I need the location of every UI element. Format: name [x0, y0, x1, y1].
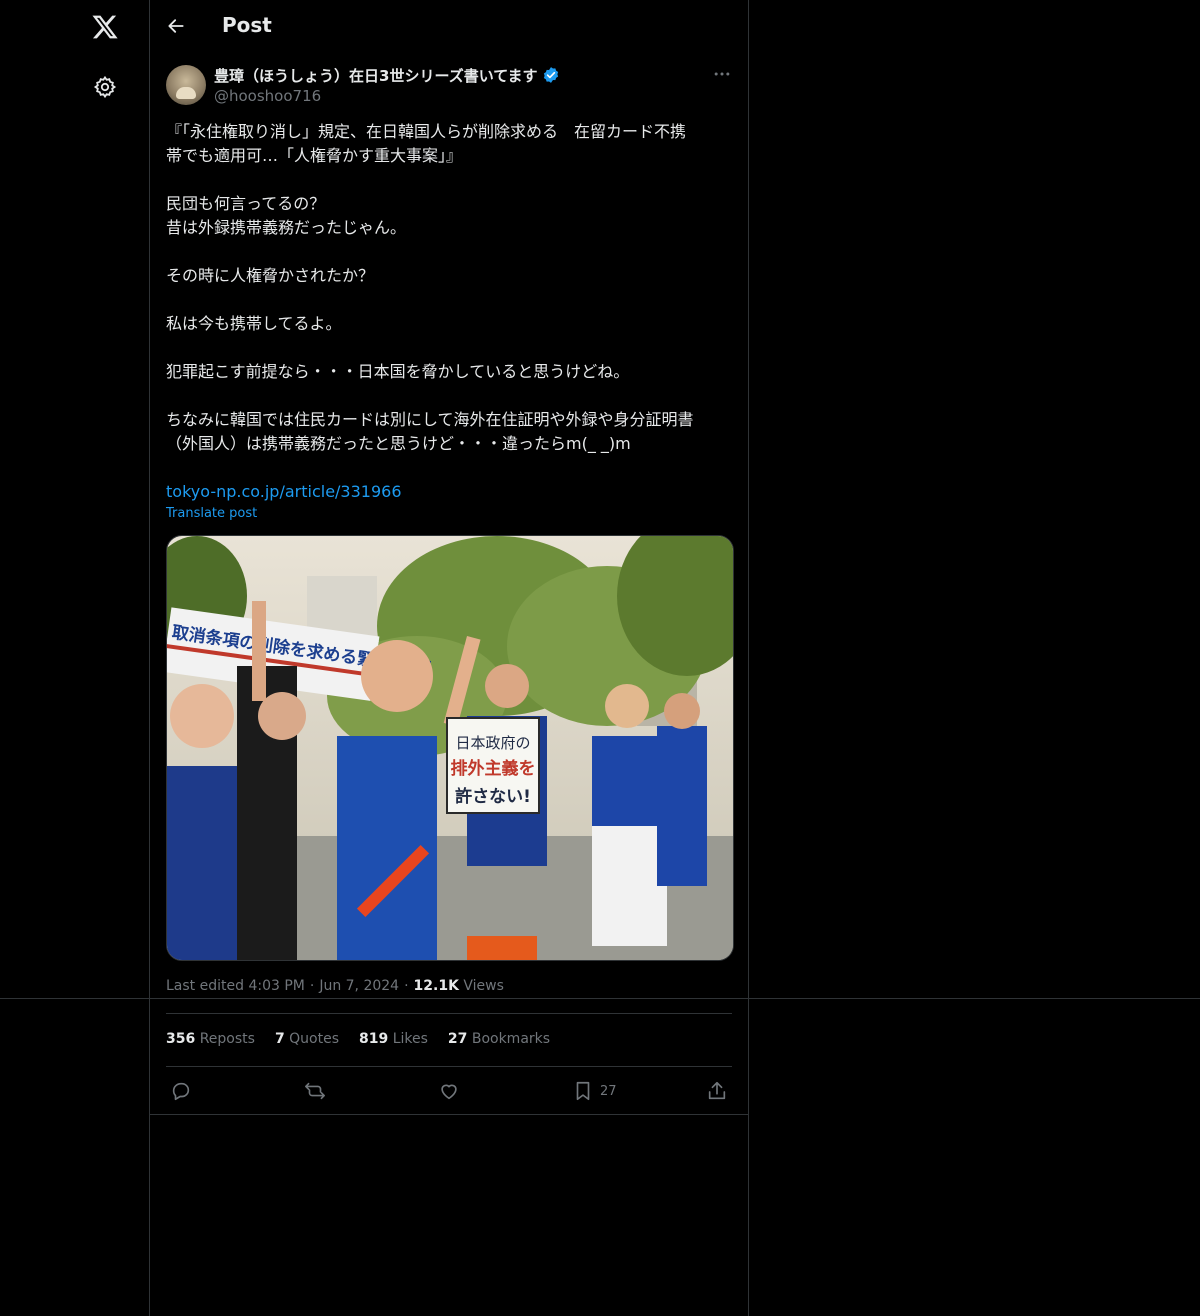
likes-label: Likes — [392, 1031, 428, 1047]
x-logo-icon[interactable] — [91, 13, 119, 41]
sign-text-1: 日本政府の — [455, 734, 530, 752]
quotes-label: Quotes — [289, 1031, 339, 1047]
left-nav-rail — [0, 0, 150, 1316]
bookmark-button[interactable]: 27 — [572, 1080, 617, 1102]
reply-icon — [172, 1082, 190, 1101]
bookmarks-stat[interactable]: 27 Bookmarks — [448, 1031, 550, 1047]
reposts-label: Reposts — [199, 1031, 255, 1047]
avatar[interactable] — [166, 65, 206, 105]
reposts-stat[interactable]: 356 Reposts — [166, 1031, 255, 1047]
likes-stat[interactable]: 819 Likes — [359, 1031, 428, 1047]
author-handle[interactable]: @hooshoo716 — [214, 87, 321, 105]
quotes-stat[interactable]: 7 Quotes — [275, 1031, 339, 1047]
engagement-stats: 356 Reposts 7 Quotes 819 Likes 27 Bookma… — [166, 1031, 550, 1047]
bookmarks-label: Bookmarks — [471, 1031, 551, 1047]
post-column: Post 豊璋（ほうしょう）在日3世シリーズ書いてます @hooshoo716 … — [150, 0, 749, 1316]
reply-button[interactable] — [170, 1080, 192, 1102]
translate-post-link[interactable]: Translate post — [166, 506, 257, 521]
divider — [150, 1114, 748, 1115]
protest-photo: 取消条項の削除を求める緊急集会！ 日本政府の 排外主義を 許さない! — [167, 536, 733, 960]
share-button[interactable] — [706, 1080, 728, 1102]
post-date[interactable]: Jun 7, 2024 — [319, 978, 399, 994]
action-bar: 27 — [166, 1078, 732, 1106]
divider — [166, 1013, 732, 1014]
repost-icon — [305, 1082, 325, 1100]
post-meta: Last edited 4:03 PM · Jun 7, 2024 · 12.1K Vi… — [166, 978, 504, 994]
bookmark-count: 27 — [600, 1083, 617, 1099]
heart-icon — [441, 1084, 457, 1100]
more-options-icon[interactable] — [712, 64, 732, 84]
like-button[interactable] — [438, 1080, 460, 1102]
reposts-count: 356 — [166, 1031, 196, 1047]
sign-text-2: 排外主義を — [451, 758, 536, 779]
settings-gear-icon[interactable] — [93, 75, 117, 99]
author-name-row: 豊璋（ほうしょう）在日3世シリーズ書いてます — [214, 65, 560, 85]
post-image[interactable]: 取消条項の削除を求める緊急集会！ 日本政府の 排外主義を 許さない! — [166, 535, 734, 961]
views-label: Views — [463, 978, 504, 994]
views-count: 12.1K — [413, 978, 459, 994]
edited-time[interactable]: Last edited 4:03 PM — [166, 978, 305, 994]
post-body-text: 『「永住権取り消し」規定、在日韓国人らが削除求める 在留カード不携 帯でも適用可… — [166, 122, 694, 453]
share-icon — [708, 1081, 726, 1100]
repost-button[interactable] — [304, 1080, 326, 1102]
back-arrow-icon[interactable] — [166, 16, 186, 36]
bookmark-icon — [576, 1081, 590, 1101]
sign-text-3: 許さない! — [455, 786, 531, 807]
bookmarks-count: 27 — [447, 1031, 468, 1047]
post-header: Post — [150, 0, 748, 54]
page-title: Post — [222, 13, 272, 37]
author-display-name[interactable]: 豊璋（ほうしょう）在日3世シリーズ書いてます — [214, 65, 538, 86]
verified-badge-icon — [543, 67, 558, 83]
likes-count: 819 — [359, 1031, 389, 1047]
quotes-count: 7 — [274, 1031, 285, 1047]
divider — [166, 1066, 732, 1067]
article-link[interactable]: tokyo-np.co.jp/article/331966 — [166, 480, 402, 504]
